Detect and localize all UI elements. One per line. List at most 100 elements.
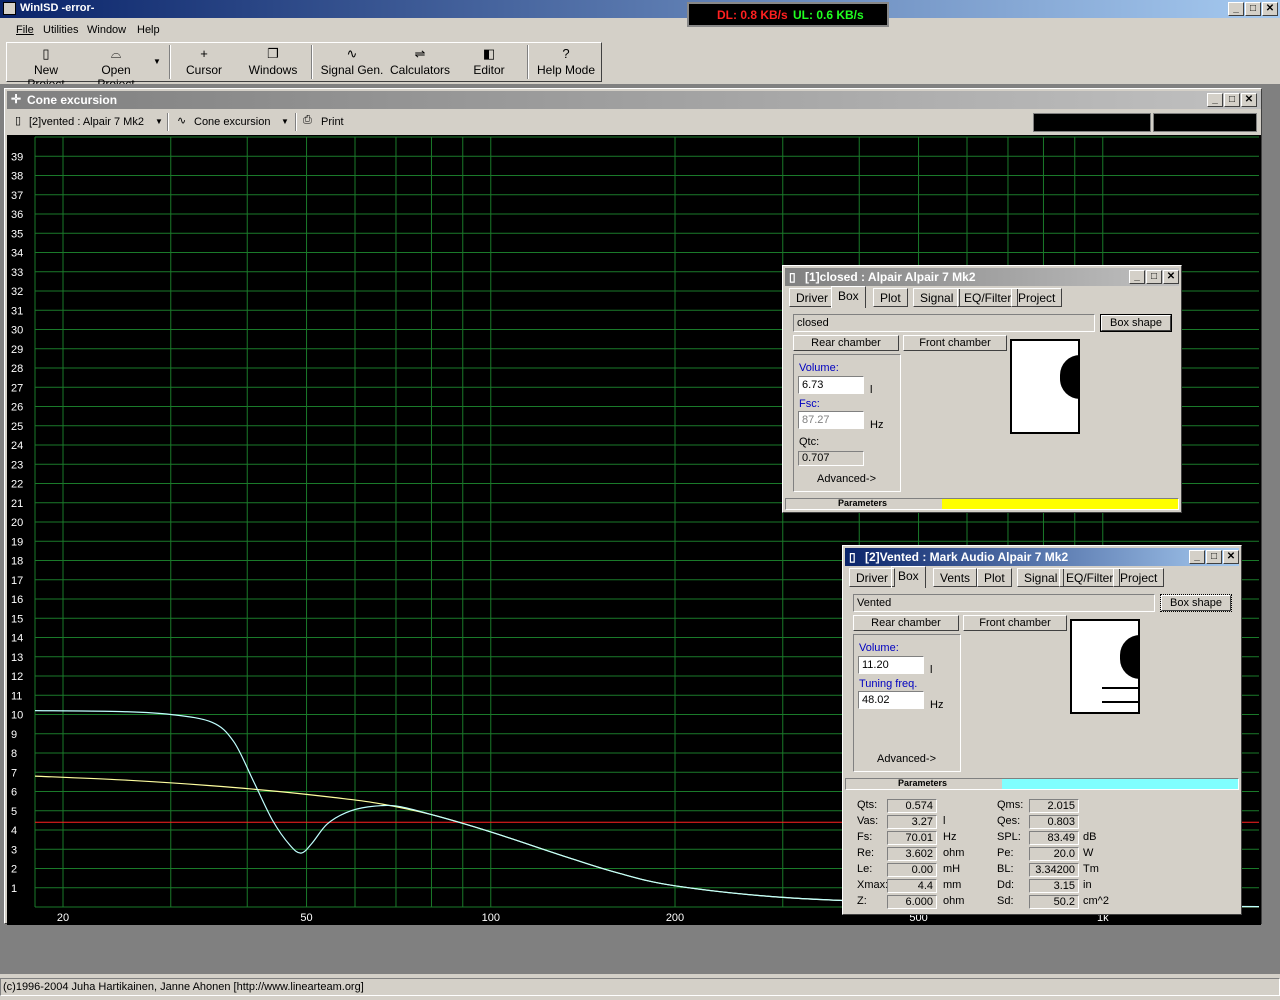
open-project-button[interactable]: ⌓Open Project	[83, 45, 149, 91]
editor-button[interactable]: ◧ Editor	[463, 45, 515, 81]
tab-box[interactable]: Box	[891, 566, 926, 588]
tab-project[interactable]: Project	[1011, 288, 1063, 307]
parameters-bar[interactable]: Parameters	[845, 778, 1239, 790]
tab-driver[interactable]: Driver	[849, 568, 895, 587]
y-tick-label: 3	[11, 844, 17, 856]
tuning-freq-input[interactable]: 48.02	[858, 691, 924, 709]
tab-driver[interactable]: Driver	[789, 288, 835, 307]
graph-window-title: Cone excursion	[27, 93, 118, 107]
cursor-button[interactable]: + Cursor	[179, 45, 229, 81]
box-name-field[interactable]: Vented	[853, 594, 1155, 612]
cursor-icon: +	[200, 46, 208, 61]
param-label: BL:	[997, 863, 1014, 875]
param-unit: mm	[943, 879, 962, 891]
menu-help[interactable]: Help	[137, 24, 160, 36]
parameters-bar[interactable]: Parameters	[785, 498, 1179, 510]
graph-type-dropdown-icon[interactable]: ▼	[281, 117, 289, 126]
tab-plot[interactable]: Plot	[873, 288, 908, 307]
tab-plot[interactable]: Plot	[977, 568, 1012, 587]
tool-label: Help Mode	[536, 63, 596, 77]
tab-signal[interactable]: Signal	[913, 288, 961, 307]
tuning-freq-label: Tuning freq.	[859, 678, 918, 690]
tab-signal[interactable]: Signal	[1017, 568, 1065, 587]
tab-eq-filter[interactable]: EQ/Filter	[1059, 568, 1121, 587]
status-bar: (c)1996-2004 Juha Hartikainen, Janne Aho…	[0, 978, 1280, 996]
front-chamber-button[interactable]: Front chamber	[963, 615, 1067, 631]
param-unit: cm^2	[1083, 895, 1109, 907]
graph-type-select[interactable]: Cone excursion	[194, 116, 270, 128]
project-dropdown-icon[interactable]: ▼	[155, 117, 163, 126]
param-value: 50.2	[1029, 895, 1079, 909]
parameters-color-swatch	[942, 499, 1178, 509]
y-tick-label: 5	[11, 806, 17, 818]
y-axis-ticks: 1234567891011121314151617181920212223242…	[11, 151, 23, 895]
help-mode-button[interactable]: ? Help Mode	[535, 45, 597, 81]
rear-chamber-button[interactable]: Rear chamber	[793, 335, 899, 351]
graph-toolbar: ▯ [2]vented : Alpair 7 Mk2 ▼ ∿ Cone excu…	[7, 111, 1261, 133]
param-unit: mH	[943, 863, 961, 875]
calculators-button[interactable]: ⇌ Calculators	[389, 45, 451, 81]
signal-gen-button[interactable]: ∿ Signal Gen.	[319, 45, 385, 81]
open-project-dropdown-icon[interactable]: ▼	[153, 57, 161, 66]
param-value: 0.574	[887, 799, 937, 813]
volume-input[interactable]: 6.73	[798, 376, 864, 394]
param-label: Pe:	[997, 847, 1014, 859]
box-shape-button[interactable]: Box shape	[1100, 314, 1172, 332]
driver-icon	[1060, 355, 1080, 399]
tab-project[interactable]: Project	[1113, 568, 1165, 587]
y-tick-label: 1	[11, 883, 17, 895]
param-label: Sd:	[997, 895, 1014, 907]
y-tick-label: 28	[11, 363, 23, 375]
graph-window-titlebar[interactable]: ✛ Cone excursion _ □ ✕	[7, 91, 1261, 109]
closed-close-button[interactable]: ✕	[1163, 270, 1179, 284]
box-shape-button[interactable]: Box shape	[1160, 594, 1232, 612]
graph-minimize-button[interactable]: _	[1207, 93, 1223, 107]
menu-window[interactable]: Window	[87, 24, 126, 36]
print-button[interactable]: Print	[321, 116, 344, 128]
closed-maximize-button[interactable]: □	[1146, 270, 1162, 284]
crosshair-icon: ✛	[11, 92, 22, 106]
closed-minimize-button[interactable]: _	[1129, 270, 1145, 284]
fsc-label: Fsc:	[799, 398, 820, 410]
tab-box[interactable]: Box	[831, 286, 866, 308]
y-tick-label: 37	[11, 190, 23, 202]
maximize-button[interactable]: □	[1245, 2, 1261, 16]
rear-chamber-button[interactable]: Rear chamber	[853, 615, 959, 631]
param-value: 3.602	[887, 847, 937, 861]
main-toolbar: ▯New Project ⌓Open Project ▼ + Cursor ❐ Wi…	[6, 42, 602, 91]
y-tick-label: 33	[11, 267, 23, 279]
volume-input[interactable]: 11.20	[858, 656, 924, 674]
project-select-icon: ▯	[15, 115, 22, 127]
windows-button[interactable]: ❐ Windows	[245, 45, 301, 81]
box-name-field[interactable]: closed	[793, 314, 1095, 332]
app-icon	[3, 2, 16, 15]
vented-close-button[interactable]: ✕	[1223, 550, 1239, 564]
new-project-button[interactable]: ▯New Project	[15, 45, 77, 91]
graph-close-button[interactable]: ✕	[1241, 93, 1257, 107]
param-value: 0.803	[1029, 815, 1079, 829]
tab-eq-filter[interactable]: EQ/Filter	[957, 288, 1019, 307]
param-unit: ohm	[943, 895, 965, 907]
project-select[interactable]: [2]vented : Alpair 7 Mk2	[29, 116, 144, 128]
advanced-button[interactable]: Advanced->	[817, 473, 876, 485]
qtc-value: 0.707	[798, 451, 864, 466]
advanced-button[interactable]: Advanced->	[877, 753, 936, 765]
menu-file[interactable]: File	[16, 24, 34, 36]
vented-maximize-button[interactable]: □	[1206, 550, 1222, 564]
vented-minimize-button[interactable]: _	[1189, 550, 1205, 564]
tuning-freq-unit: Hz	[930, 699, 944, 711]
param-label: Vas:	[857, 815, 879, 827]
closed-box-window: ▯ [1]closed : Alpair Alpair 7 Mk2 _ □ ✕ …	[782, 265, 1182, 513]
vented-window-titlebar[interactable]: ▯ [2]Vented : Mark Audio Alpair 7 Mk2 _ …	[845, 548, 1239, 566]
y-tick-label: 20	[11, 517, 23, 529]
menu-utilities[interactable]: Utilities	[43, 24, 78, 36]
closed-window-titlebar[interactable]: ▯ [1]closed : Alpair Alpair 7 Mk2 _ □ ✕	[785, 268, 1179, 286]
y-tick-label: 25	[11, 421, 23, 433]
minimize-button[interactable]: _	[1228, 2, 1244, 16]
front-chamber-button[interactable]: Front chamber	[903, 335, 1007, 351]
close-button[interactable]: ✕	[1262, 2, 1278, 16]
graph-maximize-button[interactable]: □	[1224, 93, 1240, 107]
tool-label: Calculators	[389, 63, 451, 77]
tool-label: Signal Gen.	[320, 63, 384, 77]
tab-vents[interactable]: Vents	[933, 568, 978, 587]
